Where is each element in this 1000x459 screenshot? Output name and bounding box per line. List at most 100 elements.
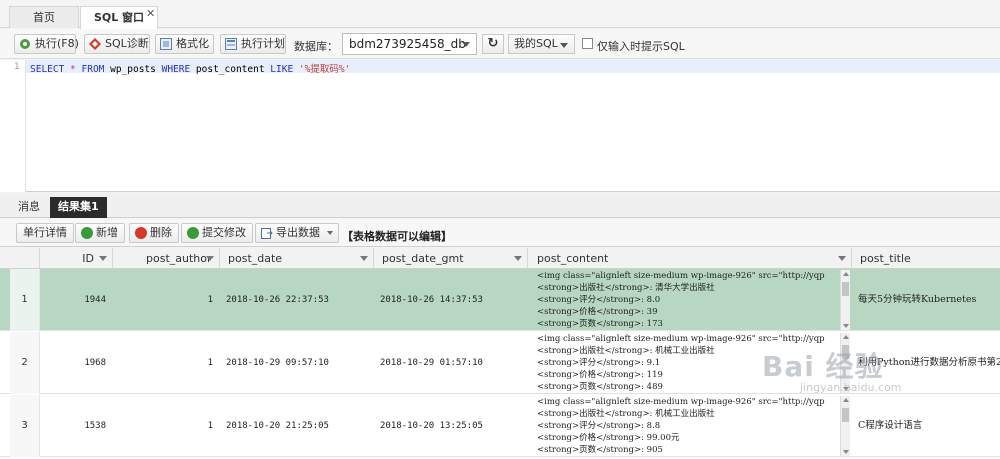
column-header-post-date[interactable]: post_date <box>220 248 374 269</box>
content-line: <img class="alignleft size-medium wp-ima… <box>537 397 825 407</box>
table-row[interactable]: 3 1538 1 2018-10-20 21:25:05 2018-10-20 … <box>0 395 1000 457</box>
column-header-label: post_content <box>537 252 609 265</box>
column-header-post-title[interactable]: post_title <box>852 248 1000 269</box>
format-button[interactable]: 格式化 <box>155 34 214 54</box>
column-header-label: post_date_gmt <box>382 252 464 265</box>
column-header-post-date-gmt[interactable]: post_date_gmt <box>374 248 528 269</box>
tab-messages[interactable]: 消息 <box>10 197 48 218</box>
editable-note: 【表格数据可以编辑】 <box>342 230 452 243</box>
watermark-logo-text: Bai 经验 <box>762 350 884 383</box>
column-header-label: post_date <box>228 252 283 265</box>
cell-post-date-gmt[interactable]: 2018-10-26 14:37:53 <box>380 269 528 331</box>
cell-post-title[interactable]: 每天5分钟玩转Kubernetes <box>858 269 1000 331</box>
scroll-thumb[interactable] <box>842 282 849 296</box>
hint-only-checkbox[interactable] <box>582 38 593 49</box>
chevron-down-icon[interactable] <box>99 256 107 261</box>
scroll-up-icon[interactable] <box>843 398 849 402</box>
sql-table-name: wp_posts <box>104 64 162 75</box>
baidu-watermark: Bai 经验 jingyan.baidu.com <box>762 345 902 394</box>
column-header-post-content[interactable]: post_content <box>528 248 852 269</box>
cell-id[interactable]: 1538 <box>40 395 106 457</box>
column-header-label: ID <box>82 252 94 265</box>
sql-keyword: WHERE <box>161 64 191 75</box>
my-sql-dropdown[interactable]: 我的SQL <box>508 34 575 54</box>
delete-row-button[interactable]: 删除 <box>129 223 179 243</box>
diagnose-icon <box>89 38 101 50</box>
cell-post-date[interactable]: 2018-10-26 22:37:53 <box>226 269 374 331</box>
chevron-down-icon <box>560 43 568 48</box>
row-detail-button[interactable]: 单行详情 <box>16 223 74 243</box>
cell-post-date[interactable]: 2018-10-29 09:57:10 <box>226 332 374 394</box>
chevron-down-icon[interactable] <box>838 256 846 261</box>
cell-id[interactable]: 1944 <box>40 269 106 331</box>
cell-post-date-gmt[interactable]: 2018-10-29 01:57:10 <box>380 332 528 394</box>
plan-icon <box>225 38 237 50</box>
scroll-down-icon[interactable] <box>843 450 849 454</box>
row-number: 3 <box>10 395 40 457</box>
refresh-button[interactable]: ↻ <box>482 34 504 54</box>
column-header-id[interactable]: ID <box>40 248 113 269</box>
cell-post-author[interactable]: 1 <box>113 269 213 331</box>
column-header-post-author[interactable]: post_author <box>113 248 220 269</box>
cell-post-content[interactable]: <img class="alignleft size-medium wp-ima… <box>537 396 837 456</box>
cell-scrollbar[interactable] <box>840 396 850 456</box>
execution-plan-button[interactable]: 执行计划 <box>220 34 286 54</box>
export-data-label: 导出数据 <box>276 226 320 239</box>
execute-button[interactable]: 执行(F8) <box>14 34 79 54</box>
commit-changes-button[interactable]: 提交修改 <box>181 223 253 243</box>
minus-icon <box>135 227 147 239</box>
grid-header: ID post_author post_date post_date_gmt p… <box>0 248 1000 269</box>
format-label: 格式化 <box>176 37 209 50</box>
cell-post-date-gmt[interactable]: 2018-10-20 13:25:05 <box>380 395 528 457</box>
close-icon[interactable]: ✕ <box>146 7 155 20</box>
content-line: <strong>出版社</strong>: 机械工业出版社 <box>537 409 715 419</box>
chevron-down-icon[interactable] <box>206 256 214 261</box>
scroll-up-icon[interactable] <box>843 272 849 276</box>
sql-toolbar: 执行(F8) SQL诊断 格式化 执行计划 数据库： bdm273925458_… <box>0 29 1000 59</box>
content-line: <strong>页数</strong>: 173 <box>537 319 663 329</box>
content-line: <img class="alignleft size-medium wp-ima… <box>537 271 825 281</box>
content-line: <strong>页数</strong>: 905 <box>537 445 663 455</box>
sql-code-line[interactable]: SELECT * FROM wp_posts WHERE post_conten… <box>30 61 350 75</box>
chevron-down-icon[interactable] <box>514 256 522 261</box>
sql-string-literal: '%提取码%' <box>293 64 351 75</box>
sql-diagnose-button[interactable]: SQL诊断 <box>84 34 150 54</box>
scroll-thumb[interactable] <box>842 408 849 422</box>
commit-changes-label: 提交修改 <box>202 226 246 239</box>
export-icon <box>261 228 273 239</box>
cell-post-date[interactable]: 2018-10-20 21:25:05 <box>226 395 374 457</box>
tab-result-set-1[interactable]: 结果集1 <box>50 197 107 218</box>
content-line: <strong>出版社</strong>: 清华大学出版社 <box>537 283 715 293</box>
content-line: <strong>价格</strong>: 99.00元 <box>537 433 680 443</box>
database-select[interactable]: bdm273925458_db <box>342 33 477 55</box>
cell-post-author[interactable]: 1 <box>113 332 213 394</box>
tab-home[interactable]: 首页 <box>9 6 79 28</box>
tab-bar: 首页 SQL 窗口 ✕ <box>0 0 1000 29</box>
sql-editor[interactable]: 1 SELECT * FROM wp_posts WHERE post_cont… <box>0 60 1000 192</box>
cell-scrollbar[interactable] <box>840 270 850 330</box>
sql-keyword: LIKE <box>270 64 294 75</box>
table-row[interactable]: 1 1944 1 2018-10-26 22:37:53 2018-10-26 … <box>0 269 1000 331</box>
column-header-label: post_author <box>146 252 212 265</box>
cell-post-title[interactable]: C程序设计语言 <box>858 395 1000 457</box>
add-row-button[interactable]: 新增 <box>75 223 125 243</box>
cell-id[interactable]: 1968 <box>40 332 106 394</box>
export-data-button[interactable]: 导出数据 <box>255 223 339 243</box>
sql-keyword: SELECT <box>30 64 65 75</box>
row-number: 1 <box>10 269 40 331</box>
cell-post-author[interactable]: 1 <box>113 395 213 457</box>
scroll-up-icon[interactable] <box>843 335 849 339</box>
chevron-down-icon <box>327 231 333 235</box>
add-row-label: 新增 <box>96 226 118 239</box>
scroll-down-icon[interactable] <box>843 324 849 328</box>
column-header-label: post_title <box>860 252 911 265</box>
chevron-down-icon <box>462 42 470 47</box>
app-root: 首页 SQL 窗口 ✕ 执行(F8) SQL诊断 格式化 执行计划 数据库： b… <box>0 0 1000 459</box>
check-icon <box>187 227 199 239</box>
row-number-header <box>10 248 40 269</box>
row-number: 2 <box>10 332 40 394</box>
plus-icon <box>81 227 93 239</box>
sql-keyword: FROM <box>81 64 105 75</box>
cell-post-content[interactable]: <img class="alignleft size-medium wp-ima… <box>537 270 837 330</box>
chevron-down-icon[interactable] <box>360 256 368 261</box>
